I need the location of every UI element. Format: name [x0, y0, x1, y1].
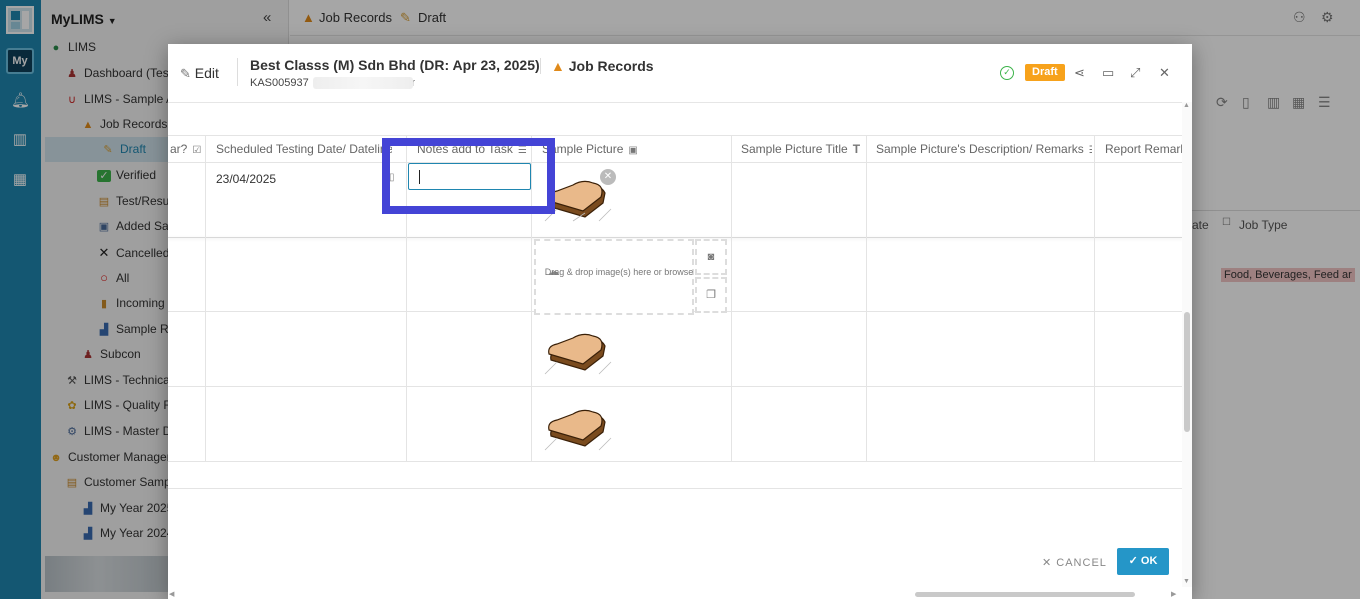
vertical-scrollbar[interactable]: ▲ ▼ [1182, 102, 1192, 587]
close-icon[interactable]: ✕ [1159, 65, 1170, 81]
module-title: ▲ Job Records [551, 58, 654, 74]
status-badge: Draft [1025, 64, 1065, 81]
divider [540, 58, 541, 74]
divider [237, 58, 238, 86]
focus-highlight [382, 138, 555, 214]
dialog-subtitle: KAS005937yr [250, 77, 415, 89]
sample-picture-thumbnail[interactable] [543, 402, 613, 452]
image-icon: ▣ [628, 145, 638, 156]
column-header-picture-title[interactable]: Sample Picture Title T [741, 136, 863, 162]
text-lines-icon: ☰ [1089, 145, 1092, 156]
image-dropzone[interactable]: ☁ Drag & drop image(s) here or browse [534, 239, 694, 315]
ok-button[interactable]: ✓ OK [1117, 548, 1169, 575]
share-icon[interactable]: ⋖ [1074, 65, 1085, 81]
check-circle-icon: ✓ [1000, 66, 1014, 80]
edit-icon: ✎ [180, 66, 191, 81]
camera-button[interactable]: ◙ [695, 239, 727, 275]
column-header-scheduled-date[interactable]: Scheduled Testing Date/ Dateline [216, 136, 392, 162]
redacted-subtitle [313, 77, 413, 89]
sample-picture-thumbnail[interactable] [543, 326, 613, 376]
expand-icon[interactable]: ⤢ [1130, 65, 1140, 81]
column-header-report-remarks[interactable]: Report Remarks [1105, 136, 1182, 162]
horizontal-scrollbar[interactable]: ◀ ▶ [168, 589, 1182, 599]
column-header-sample-picture[interactable]: Sample Picture ▣ [542, 136, 728, 162]
edit-heading: ✎ Edit [180, 65, 219, 81]
remove-image-button[interactable]: ✕ [600, 169, 616, 185]
checkbox-icon: ☑ [192, 145, 202, 156]
column-header-picture-description[interactable]: Sample Picture's Description/ Remarks☰ [876, 136, 1092, 162]
camera-icon: ◙ [707, 251, 715, 263]
dropzone-text: Drag & drop image(s) here or browse [544, 267, 694, 277]
cancel-button[interactable]: ✕ CANCEL [1042, 556, 1107, 569]
text-type-icon: T [852, 142, 861, 156]
job-records-icon: ▲ [551, 58, 565, 74]
column-header-partial[interactable]: ar? ☑ [170, 136, 204, 162]
dialog-title: Best Classs (M) Sdn Bhd (DR: Apr 23, 202… [250, 57, 540, 73]
scheduled-date-cell[interactable]: 23/04/2025 [216, 172, 276, 186]
comment-icon[interactable]: ▭ [1102, 65, 1114, 81]
edit-dialog: ✎ Edit Best Classs (M) Sdn Bhd (DR: Apr … [168, 44, 1192, 599]
copy-icon: ❐ [706, 289, 716, 301]
paste-button[interactable]: ❐ [695, 277, 727, 313]
dialog-body[interactable]: ar? ☑ Scheduled Testing Date/ Dateline No… [168, 102, 1182, 547]
